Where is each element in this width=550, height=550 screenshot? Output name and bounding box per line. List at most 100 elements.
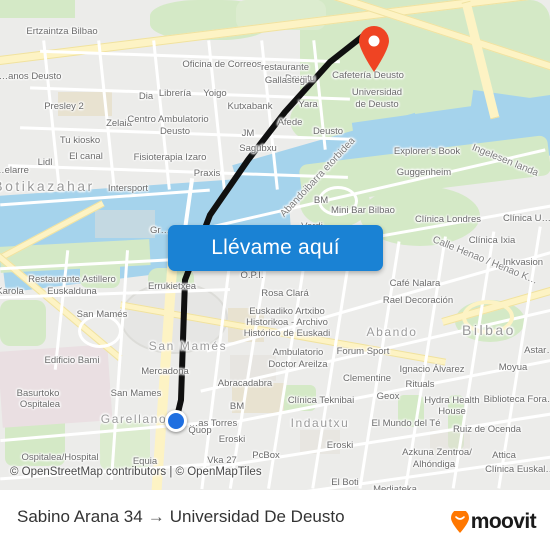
map-pin-icon [359, 26, 389, 72]
map-label: Euskadiko Artxibo [249, 306, 325, 317]
map-label: Clínica Londres [414, 214, 482, 225]
map-label: Sagubxu [239, 143, 277, 154]
map-label: Clínica Euskal… [485, 464, 550, 475]
osm-attribution-link[interactable]: © OpenStreetMap contributors [10, 466, 166, 478]
map-label: Praxis [193, 168, 221, 179]
footer-bar: Sabino Arana 34 → Universidad De Deusto mo… [0, 490, 550, 550]
map-label: Afede [277, 117, 303, 128]
map-label: Geox [376, 391, 400, 402]
moovit-route-map-screen: Ertzaintza Bilbao Oficina de Correos …anos… [0, 0, 550, 550]
map-label: Clínica U… [502, 213, 550, 224]
route-destination-label: Universidad De Deusto [169, 507, 345, 526]
map-label: Clínica Ixia [468, 235, 516, 246]
map-label: Ospitalea [19, 399, 61, 410]
moovit-wordmark: moovit [470, 510, 537, 533]
map-label: Abracadabra [217, 378, 273, 389]
map-label: Doctor Areilza [268, 359, 328, 370]
map-label: Ruiz de Ocenda [452, 424, 522, 435]
map-label: Yara [298, 99, 318, 110]
map-label: Attica [492, 450, 516, 461]
map-label: Bilbao [462, 322, 516, 338]
take-me-here-button[interactable]: Llévame aquí [168, 225, 383, 271]
map-label: de Deusto [355, 99, 399, 110]
map-label: San Mames [110, 388, 162, 399]
map-label: Tu kiosko [59, 135, 101, 146]
map-label: Café Nalara [389, 278, 441, 289]
map-label: Edificio Bami [44, 355, 100, 366]
map-label: El Mundo del Té [371, 418, 441, 429]
map-label: Centro Ambulatorio [127, 114, 209, 125]
map-label: Eroski [326, 440, 354, 451]
map-label: Biblioteca Fora… [483, 394, 550, 405]
map-label: Mercadona [141, 366, 189, 377]
map-label: Ambulatorio [272, 347, 324, 358]
map-label: El canal [69, 151, 103, 162]
map-label: Inkvasion [502, 257, 544, 268]
map-label: Deusto [312, 126, 344, 137]
map-label: Garellano [100, 412, 168, 426]
map-label: Rosa Clará [261, 288, 309, 299]
map-label: El Boti [331, 477, 359, 488]
route-origin-label: Sabino Arana 34 [17, 507, 143, 526]
map-label: Azkuna Zentroa/ [402, 447, 472, 458]
map-label: Intersport [107, 183, 149, 194]
map-label: Yoigo [203, 88, 227, 99]
map-label: Astar… [524, 345, 550, 356]
take-me-here-label: Llévame aquí [211, 236, 340, 259]
map-label: Karola [0, 286, 24, 297]
map-label: Histórico de Euskadi [243, 328, 331, 339]
map-label: Errukietxea [147, 281, 197, 292]
openmaptiles-attribution-link[interactable]: © OpenMapTiles [176, 466, 262, 478]
map-label: Deusto [159, 126, 191, 137]
map-label: Explorer's Book [393, 146, 461, 157]
map-label: Ignacio Álvarez [399, 364, 465, 375]
map-label: Botikazahar [0, 178, 95, 194]
map-label: Hydra Health [424, 395, 480, 406]
map-label: Basurtoko [16, 388, 60, 399]
map-label: Forum Sport [336, 346, 390, 357]
map-label: San Mamés [76, 309, 128, 320]
map-label: Ospitalea/Hospital [21, 452, 99, 463]
arrow-icon: → [147, 507, 165, 526]
map-label: BM [313, 195, 329, 206]
map-label: House [438, 406, 466, 417]
map-label: BM [229, 401, 245, 412]
moovit-logo[interactable]: moovit [450, 510, 537, 534]
map-attribution: © OpenStreetMap contributors | © OpenMap… [10, 466, 262, 478]
map-label: …elarre [0, 165, 29, 176]
map-label: Presley 2 [44, 101, 84, 112]
map-label: Rael Decoración [382, 295, 454, 306]
map-label: Alhóndiga [412, 459, 456, 470]
route-summary: Sabino Arana 34 → Universidad De Deusto [17, 507, 345, 527]
map-label: Eroski [218, 434, 246, 445]
map-label: O.P.I. [240, 270, 264, 281]
map-label: Universidad [351, 87, 403, 98]
map-label: Historikoa - Archivo [246, 317, 328, 328]
map-label: Clementine [342, 373, 392, 384]
origin-marker[interactable] [165, 410, 187, 432]
map-label: Ertzaintza Bilbao [26, 26, 98, 37]
map-label: San Mamés [148, 339, 228, 353]
moovit-pin-icon [450, 511, 469, 533]
map-label: Oficina de Correos [182, 59, 262, 70]
map-label: …anos Deusto [0, 71, 62, 82]
attribution-separator: | [169, 466, 173, 478]
map-label: Abando [366, 325, 418, 339]
map-label: Lidl [37, 157, 53, 168]
map-label: Dia [138, 91, 154, 102]
map-label: Rituals [405, 379, 435, 390]
map-label: Moyua [498, 362, 528, 373]
map-label: JM [241, 128, 255, 139]
destination-marker[interactable] [357, 26, 391, 72]
map-label: Guggenheim [396, 167, 452, 178]
map-label: Gallastegi [264, 75, 308, 86]
map-label: Kutxabank [227, 101, 273, 112]
map-label: restaurante [260, 62, 310, 73]
map-label: Restaurante Astillero [28, 274, 116, 285]
map-label: Quop [188, 425, 212, 436]
map-label: Indautxu [290, 416, 350, 430]
map-canvas[interactable]: Ertzaintza Bilbao Oficina de Correos …anos… [0, 0, 550, 490]
map-label: Clínica Teknibai [287, 395, 355, 406]
map-label: Ingelesen landa [470, 142, 540, 179]
map-label: Euskalduna [47, 286, 97, 297]
